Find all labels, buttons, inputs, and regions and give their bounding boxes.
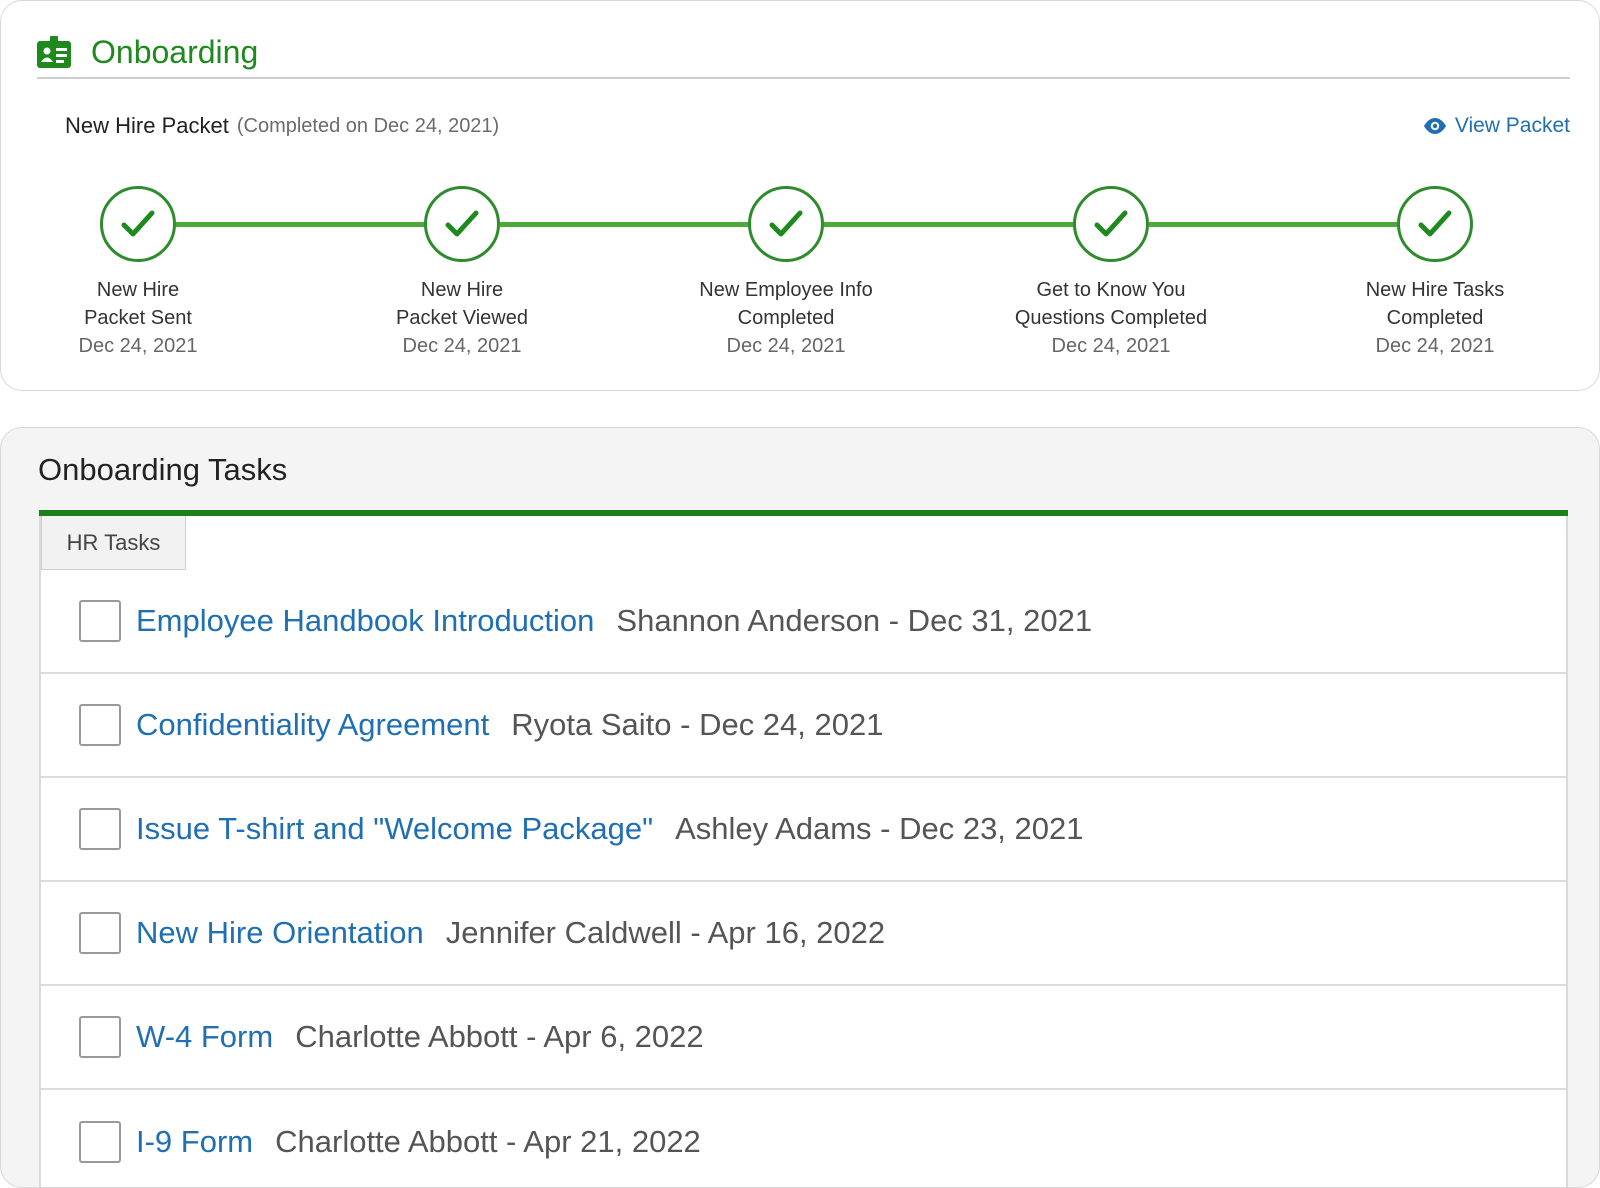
id-card-icon [37,36,71,68]
task-link[interactable]: Issue T-shirt and "Welcome Package" [136,811,653,847]
step-date: Dec 24, 2021 [402,335,522,357]
task-assignee-date: Ryota Saito - Dec 24, 2021 [511,707,884,742]
packet-status: (Completed on Dec 24, 2021) [236,114,500,137]
task-assignee-date: Charlotte Abbott - Apr 6, 2022 [295,1019,704,1054]
onboarding-header: Onboarding [37,31,1570,79]
step-date: Dec 24, 2021 [78,335,198,357]
step-label: Get to Know You Questions Completed [1014,279,1208,329]
task-assignee-date: Charlotte Abbott - Apr 21, 2022 [275,1124,701,1159]
task-link[interactable]: Employee Handbook Introduction [136,603,594,639]
step-packet-sent: New Hire Packet Sent Dec 24, 2021 [18,186,258,360]
step-get-to-know: Get to Know You Questions Completed Dec … [991,186,1231,360]
step-label: New Hire Packet Sent [84,279,192,329]
task-checkbox[interactable] [79,808,121,850]
progress-stepper: New Hire Packet Sent Dec 24, 2021 New Hi… [41,186,1581,366]
task-assignee-date: Jennifer Caldwell - Apr 16, 2022 [445,915,886,950]
task-link[interactable]: Confidentiality Agreement [136,707,489,743]
checkmark-icon [121,210,155,237]
task-checkbox[interactable] [79,600,121,642]
step-packet-viewed: New Hire Packet Viewed Dec 24, 2021 [342,186,582,360]
section-title: Onboarding Tasks [38,452,288,487]
step-complete-circle [1073,186,1149,262]
task-link[interactable]: New Hire Orientation [136,915,424,951]
onboarding-card: Onboarding New Hire Packet (Completed on… [0,0,1600,391]
task-assignee-date: Ashley Adams - Dec 23, 2021 [675,811,1084,846]
page-title: Onboarding [91,34,259,70]
checkmark-icon [445,210,479,237]
eye-icon [1423,118,1446,134]
tasks-panel: HR Tasks Employee Handbook Introduction … [39,516,1568,1187]
checkmark-icon [769,210,803,237]
task-link[interactable]: W-4 Form [136,1019,273,1055]
task-assignee-date: Shannon Anderson - Dec 31, 2021 [616,603,1093,638]
task-row: New Hire Orientation Jennifer Caldwell -… [41,882,1566,986]
step-date: Dec 24, 2021 [1375,335,1495,357]
step-employee-info: New Employee Info Completed Dec 24, 2021 [666,186,906,360]
task-row: Issue T-shirt and "Welcome Package" Ashl… [41,778,1566,882]
view-packet-label: View Packet [1454,114,1570,137]
step-label: New Hire Packet Viewed [396,279,528,329]
task-checkbox[interactable] [79,1016,121,1058]
checkmark-icon [1094,210,1128,237]
packet-label: New Hire Packet [65,113,229,138]
checkmark-icon [1418,210,1452,237]
task-row: I-9 Form Charlotte Abbott - Apr 21, 2022 [41,1090,1566,1187]
step-date: Dec 24, 2021 [726,335,846,357]
step-complete-circle [748,186,824,262]
task-checkbox[interactable] [79,912,121,954]
packet-row: New Hire Packet (Completed on Dec 24, 20… [65,109,1570,143]
step-complete-circle [1397,186,1473,262]
task-row: W-4 Form Charlotte Abbott - Apr 6, 2022 [41,986,1566,1090]
step-label: New Employee Info Completed [699,279,873,329]
step-label: New Hire Tasks Completed [1365,279,1505,329]
step-date: Dec 24, 2021 [1051,335,1171,357]
view-packet-link[interactable]: View Packet [1423,114,1570,138]
task-checkbox[interactable] [79,704,121,746]
step-hire-tasks: New Hire Tasks Completed Dec 24, 2021 [1315,186,1555,360]
step-complete-circle [424,186,500,262]
task-list: Employee Handbook Introduction Shannon A… [41,570,1566,1187]
tab-hr-tasks[interactable]: HR Tasks [41,516,186,570]
task-row: Confidentiality Agreement Ryota Saito - … [41,674,1566,778]
step-complete-circle [100,186,176,262]
task-link[interactable]: I-9 Form [136,1124,253,1160]
task-row: Employee Handbook Introduction Shannon A… [41,570,1566,674]
onboarding-tasks-card: Onboarding Tasks HR Tasks Employee Handb… [0,427,1600,1188]
task-checkbox[interactable] [79,1121,121,1163]
